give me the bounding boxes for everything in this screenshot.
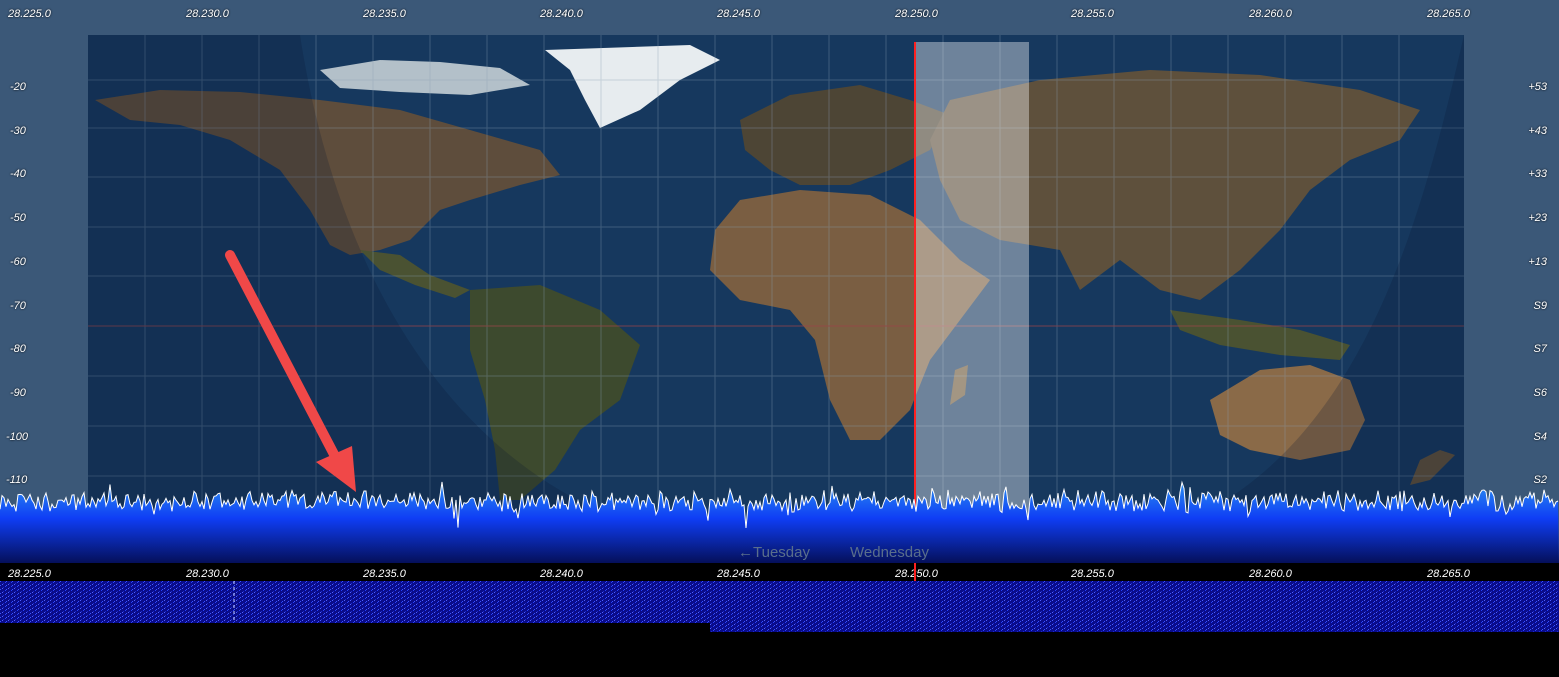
s-meter-label: S6 [1533, 387, 1547, 399]
waterfall-freq-label: 28.235.0 [363, 568, 406, 580]
top-freq-label: 28.260.0 [1249, 8, 1292, 20]
waterfall-display[interactable] [0, 581, 1559, 677]
s-meter-label: S7 [1533, 343, 1547, 355]
top-freq-label: 28.230.0 [186, 8, 229, 20]
s-meter-label: S4 [1533, 431, 1547, 443]
waterfall-freq-label: 28.240.0 [540, 568, 583, 580]
s-meter-label: S9 [1533, 300, 1547, 312]
day-label-tuesday: ←Tuesday [738, 544, 810, 561]
spectrum-display[interactable]: ←Tuesday Wednesday 28.225.0 28.230.0 28.… [0, 0, 1559, 563]
top-freq-label: 28.255.0 [1071, 8, 1114, 20]
waterfall-freq-label: 28.225.0 [8, 568, 51, 580]
db-scale-label: -110 [6, 474, 28, 486]
top-freq-label: 28.235.0 [363, 8, 406, 20]
waterfall-freq-label: 28.230.0 [186, 568, 229, 580]
waterfall-freq-label: 28.265.0 [1427, 568, 1470, 580]
waterfall-freq-label: 28.255.0 [1071, 568, 1114, 580]
passband-highlight[interactable] [915, 42, 1029, 552]
waterfall-frequency-scale[interactable]: 28.225.0 28.230.0 28.235.0 28.240.0 28.2… [0, 563, 1559, 581]
db-scale-label: -20 [10, 81, 26, 93]
top-freq-label: 28.265.0 [1427, 8, 1470, 20]
s-meter-label: +33 [1528, 168, 1547, 180]
waterfall-freq-label: 28.250.0 [895, 568, 938, 580]
top-freq-label: 28.225.0 [8, 8, 51, 20]
s-meter-label: +53 [1528, 81, 1547, 93]
s-meter-label: +23 [1528, 212, 1547, 224]
db-scale-label: -90 [10, 387, 26, 399]
top-freq-label: 28.250.0 [895, 8, 938, 20]
db-scale-label: -50 [10, 212, 26, 224]
db-scale-label: -70 [10, 300, 26, 312]
top-freq-label: 28.240.0 [540, 8, 583, 20]
db-scale-label: -60 [10, 256, 26, 268]
db-scale-label: -30 [10, 125, 26, 137]
s-meter-label: +43 [1528, 125, 1547, 137]
waterfall-tuning-marker [914, 563, 916, 581]
waterfall-freq-label: 28.245.0 [717, 568, 760, 580]
top-freq-label: 28.245.0 [717, 8, 760, 20]
db-scale-label: -80 [10, 343, 26, 355]
waterfall-canvas [0, 581, 1559, 632]
db-scale-label: -100 [6, 431, 29, 443]
day-label-wednesday: Wednesday [850, 544, 929, 561]
s-meter-label: +13 [1528, 256, 1547, 268]
s-meter-label: S2 [1533, 474, 1547, 486]
world-map-background [0, 35, 1559, 563]
waterfall-freq-label: 28.260.0 [1249, 568, 1292, 580]
db-scale-label: -40 [10, 168, 26, 180]
